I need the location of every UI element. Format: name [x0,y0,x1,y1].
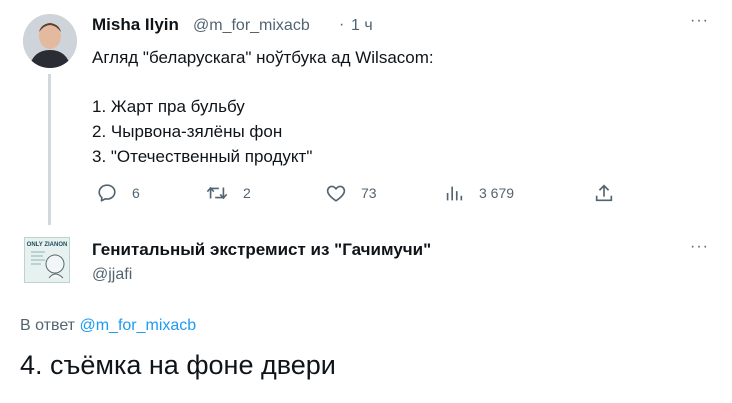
timestamp[interactable]: 1 ч [351,17,373,35]
retweet-icon [206,186,228,200]
tweet-text-line: 2. Чырвона-зялёны фон [92,122,283,141]
thread-line [48,74,51,225]
views-count: 3 679 [479,185,515,201]
tweet-text-line: 1. Жарт пра бульбу [92,97,245,116]
reply-author-name[interactable]: Генитальный экстремист из "Гачимучи" [92,240,431,260]
reply-context: В ответ @m_for_mixacb [20,317,196,335]
reply-count: 6 [132,185,140,201]
tweet-text-line: Агляд "беларускага" ноўтбука ад Wilsacom… [92,48,434,67]
like-button[interactable]: 73 [325,178,377,208]
more-options-icon[interactable]: ··· [690,12,709,30]
reply-mention-link[interactable]: @m_for_mixacb [79,317,196,334]
retweet-button[interactable]: 2 [205,178,251,208]
author-handle[interactable]: @m_for_mixacb [193,17,310,35]
avatar[interactable] [23,14,77,68]
reply-icon [98,184,116,202]
separator-dot: · [339,16,345,33]
avatar-caption: ONLY ZIANON [27,242,68,248]
share-icon [595,184,613,202]
reply-text: 4. съёмка на фоне двери [20,350,336,380]
user-photo-icon [23,14,77,68]
avatar[interactable]: ONLY ZIANON [24,237,70,283]
reply-author-handle[interactable]: @jjafi [92,266,132,284]
views-chart-icon [446,186,463,201]
retweet-count: 2 [243,185,251,201]
heart-icon [326,185,346,202]
author-name[interactable]: Misha Ilyin [92,15,179,35]
reply-prefix: В ответ [20,317,76,334]
like-count: 73 [361,185,377,201]
tweet-text-line: 3. "Отечественный продукт" [92,147,313,166]
meme-avatar-icon: ONLY ZIANON [25,238,69,279]
share-button[interactable] [593,178,615,208]
views-button[interactable]: 3 679 [443,178,514,208]
reply-button[interactable]: 6 [96,178,140,208]
more-options-icon[interactable]: ··· [690,238,709,256]
